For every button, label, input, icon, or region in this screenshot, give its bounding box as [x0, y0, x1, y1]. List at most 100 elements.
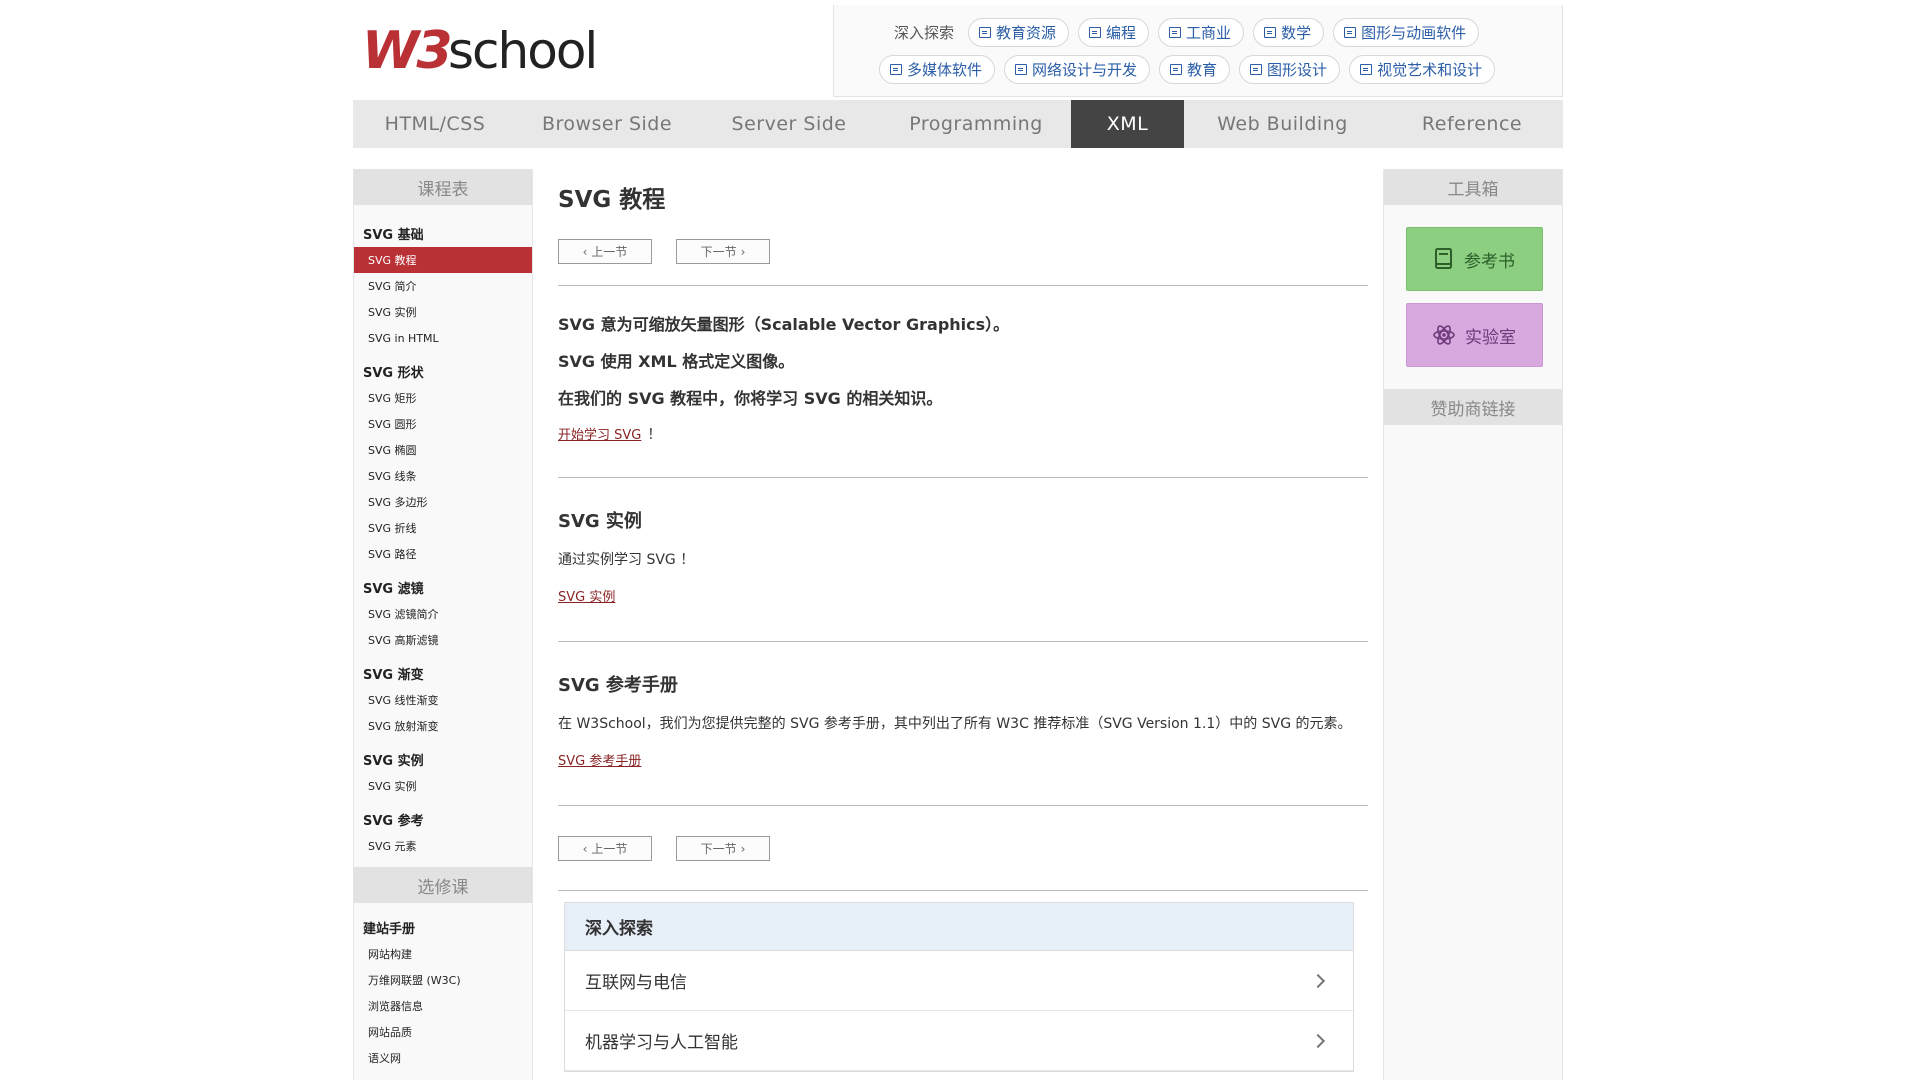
reference-book-label: 参考书	[1464, 251, 1515, 272]
sidebar-link[interactable]: SVG 简介	[354, 273, 532, 299]
sidebar-link[interactable]: SVG 路径	[354, 541, 532, 567]
divider	[558, 805, 1368, 806]
explore-topic-pill[interactable]: 编程	[1078, 18, 1150, 47]
examples-section: SVG 实例 通过实例学习 SVG ！ SVG 实例	[558, 500, 1368, 614]
divider	[558, 641, 1368, 642]
book-icon	[1170, 64, 1183, 75]
sidebar-link[interactable]: SVG 滤镜简介	[354, 601, 532, 627]
arrow-right-icon: ›	[740, 841, 746, 856]
explore-row-1: 深入探索 教育资源 编程 工商业 数学 图形与动画软件	[894, 18, 1488, 47]
atom-icon	[1433, 325, 1455, 345]
sidebar-link[interactable]: SVG 折线	[354, 515, 532, 541]
reference-text: 在 W3School，我们为您提供完整的 SVG 参考手册，其中列出了所有 W3…	[558, 715, 1352, 732]
explore-topic-pill[interactable]: 教育资源	[968, 18, 1070, 47]
sidebar-link[interactable]: SVG 多边形	[354, 489, 532, 515]
explore-panel: 深入探索 互联网与电信 机器学习与人工智能	[564, 902, 1354, 1072]
prev-button[interactable]: ‹ 上一节	[558, 239, 652, 264]
explore-topic-pill[interactable]: 网络设计与开发	[1004, 55, 1151, 84]
toolbox-heading: 工具箱	[1384, 169, 1562, 205]
start-svg-link[interactable]: 开始学习 SVG	[558, 415, 641, 452]
start-line: 开始学习 SVG ！	[558, 415, 1368, 452]
explore-topic-pill[interactable]: 图形设计	[1239, 55, 1341, 84]
sidebar-link[interactable]: 浏览器信息	[354, 993, 532, 1019]
book-icon	[1015, 64, 1028, 75]
explore-topic-pill[interactable]: 教育	[1159, 55, 1231, 84]
w3school-logo[interactable]: W3 school	[362, 22, 632, 76]
book-icon	[1169, 27, 1182, 38]
pager-bottom: ‹ 上一节 下一节 ›	[558, 836, 1368, 861]
intro-section: SVG 意为可缩放矢量图形（Scalable Vector Graphics）。…	[558, 304, 1368, 452]
explore-row-2: 多媒体软件 网络设计与开发 教育 图形设计 视觉艺术和设计	[879, 55, 1504, 84]
nav-tab[interactable]: Programming	[881, 100, 1071, 148]
explore-topic-pill[interactable]: 数学	[1253, 18, 1325, 47]
examples-text: 通过实例学习 SVG ！	[558, 551, 695, 568]
sidebar-category: SVG 滤镜	[363, 582, 424, 597]
chevron-right-icon	[1310, 973, 1326, 988]
explore-panel-item-label: 机器学习与人工智能	[585, 1033, 738, 1053]
explore-topic-label: 编程	[1106, 24, 1137, 42]
sidebar-link[interactable]: SVG 矩形	[354, 385, 532, 411]
sidebar-link[interactable]: SVG 教程	[354, 247, 532, 273]
divider	[558, 890, 1368, 891]
elective-list: 建站手册网站构建 万维网联盟 (W3C) 浏览器信息 网站品质 语义网	[354, 911, 532, 1071]
sidebar-link[interactable]: SVG 圆形	[354, 411, 532, 437]
arrow-left-icon: ‹	[582, 244, 588, 259]
explore-topic-label: 教育	[1187, 61, 1218, 79]
explore-panel-item[interactable]: 机器学习与人工智能	[565, 1011, 1353, 1071]
nav-tab[interactable]: Browser Side	[517, 100, 697, 148]
nav-tab[interactable]: XML	[1071, 100, 1184, 148]
sidebar-link[interactable]: 语义网	[354, 1045, 532, 1071]
explore-topic-label: 工商业	[1186, 24, 1232, 42]
book-icon	[890, 64, 902, 75]
reference-book-button[interactable]: 参考书	[1406, 227, 1543, 291]
sidebar-link[interactable]: SVG 实例	[354, 299, 532, 325]
sidebar-link[interactable]: 万维网联盟 (W3C)	[354, 967, 532, 993]
sidebar-category: SVG 渐变	[363, 668, 424, 683]
sidebar-link[interactable]: 网站构建	[354, 941, 532, 967]
explore-panel-item[interactable]: 互联网与电信	[565, 951, 1353, 1011]
explore-topic-pill[interactable]: 视觉艺术和设计	[1349, 55, 1496, 84]
reference-link[interactable]: SVG 参考手册	[558, 741, 1368, 778]
sidebar-link[interactable]: SVG 元素	[354, 833, 532, 859]
sidebar-link[interactable]: SVG 椭圆	[354, 437, 532, 463]
nav-tab[interactable]: Reference	[1381, 100, 1563, 148]
explore-topic-pill[interactable]: 多媒体软件	[879, 55, 996, 84]
sidebar-link[interactable]: SVG 线条	[354, 463, 532, 489]
next-button[interactable]: 下一节 ›	[676, 239, 770, 264]
prev-button[interactable]: ‹ 上一节	[558, 836, 652, 861]
explore-topic-pill[interactable]: 工商业	[1158, 18, 1245, 47]
explore-topic-label: 图形设计	[1267, 61, 1328, 79]
sidebar-link[interactable]: SVG in HTML	[354, 325, 532, 351]
explore-topic-label: 多媒体软件	[907, 61, 983, 79]
explore-topic-label: 数学	[1281, 24, 1312, 42]
nav-tab[interactable]: Web Building	[1184, 100, 1381, 148]
sidebar-link[interactable]: SVG 线性渐变	[354, 687, 532, 713]
prev-label: 上一节	[591, 245, 628, 259]
divider	[558, 285, 1368, 286]
book-icon	[1089, 27, 1102, 38]
lab-button[interactable]: 实验室	[1406, 303, 1543, 367]
book-icon	[1360, 64, 1373, 75]
sidebar-link[interactable]: 网站品质	[354, 1019, 532, 1045]
nav-tab[interactable]: HTML/CSS	[353, 100, 517, 148]
book-icon	[979, 27, 992, 38]
explore-label: 深入探索	[894, 24, 955, 42]
sidebar-category: SVG 基础	[363, 228, 424, 243]
book-icon	[1250, 64, 1263, 75]
nav-tab[interactable]: Server Side	[697, 100, 881, 148]
explore-topic-label: 视觉艺术和设计	[1377, 61, 1483, 79]
sidebar-category: SVG 参考	[363, 814, 424, 829]
sidebar-category: 建站手册	[363, 922, 416, 937]
sidebar-link[interactable]: SVG 放射渐变	[354, 713, 532, 739]
next-label: 下一节	[700, 245, 737, 259]
explore-panel-item-label: 互联网与电信	[585, 973, 687, 993]
sidebar-link[interactable]: SVG 实例	[354, 773, 532, 799]
explore-topic-pill[interactable]: 图形与动画软件	[1333, 18, 1480, 47]
sidebar-link[interactable]: SVG 高斯滤镜	[354, 627, 532, 653]
chevron-right-icon	[1310, 1033, 1326, 1048]
reference-section: SVG 参考手册 在 W3School，我们为您提供完整的 SVG 参考手册，其…	[558, 664, 1368, 778]
intro-line: 在我们的 SVG 教程中，你将学习 SVG 的相关知识。	[558, 388, 943, 408]
next-button[interactable]: 下一节 ›	[676, 836, 770, 861]
prev-label: 上一节	[591, 842, 628, 856]
examples-link[interactable]: SVG 实例	[558, 577, 1368, 614]
